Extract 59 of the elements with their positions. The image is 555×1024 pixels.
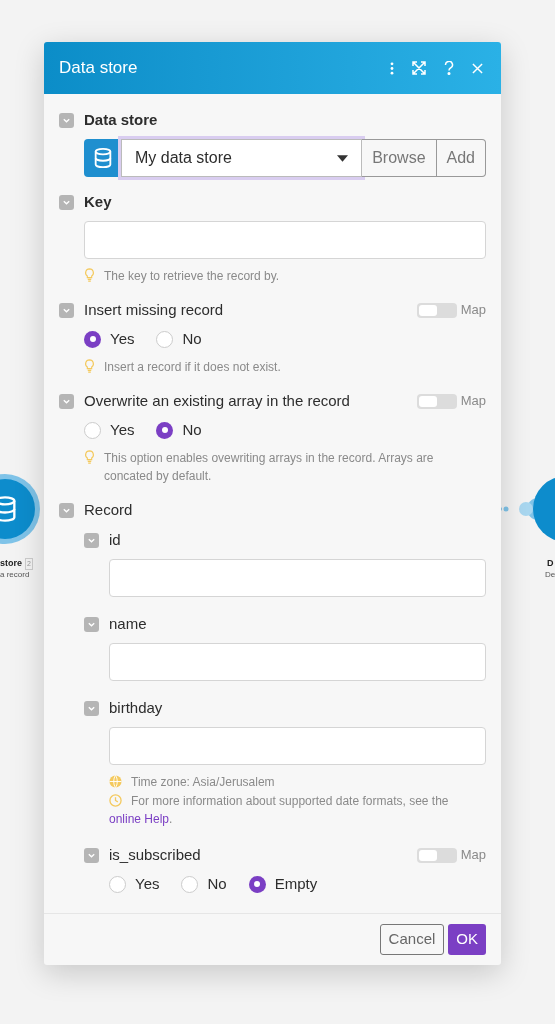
node-subtitle: De bbox=[545, 569, 555, 581]
collapse-toggle[interactable] bbox=[59, 302, 74, 318]
close-icon[interactable] bbox=[472, 62, 483, 74]
field-label: id bbox=[109, 529, 121, 550]
caret-icon bbox=[337, 154, 349, 162]
cancel-button[interactable]: Cancel bbox=[379, 924, 445, 955]
lightbulb-icon bbox=[84, 268, 95, 282]
collapse-toggle[interactable] bbox=[84, 532, 99, 548]
ok-button[interactable]: OK bbox=[448, 924, 486, 955]
radio-option[interactable]: No bbox=[156, 327, 202, 351]
field-label: name bbox=[109, 613, 147, 634]
text-input[interactable] bbox=[84, 221, 486, 259]
map-label: Map bbox=[460, 392, 486, 411]
data-store-select[interactable]: My data store bbox=[121, 139, 363, 177]
map-label: Map bbox=[460, 301, 486, 320]
text-input[interactable] bbox=[109, 643, 486, 681]
node-subtitle: a record bbox=[0, 569, 30, 581]
hint-text: This option enables ovewriting arrays in the record. Arrays are concated by default. bbox=[104, 450, 435, 485]
radio-option[interactable]: Yes bbox=[84, 418, 135, 442]
map-toggle[interactable] bbox=[416, 847, 457, 863]
field-label: Overwrite an existing array in the record bbox=[84, 390, 350, 411]
collapse-toggle[interactable] bbox=[59, 112, 74, 128]
collapse-toggle[interactable] bbox=[84, 700, 99, 716]
map-toggle[interactable] bbox=[416, 393, 457, 409]
collapse-toggle[interactable] bbox=[84, 616, 99, 632]
hint-text: Insert a record if it does not exist. bbox=[104, 359, 281, 376]
field-label: is_subscribed bbox=[109, 844, 201, 865]
node-title: D bbox=[547, 557, 554, 570]
radio-option[interactable]: Yes bbox=[109, 872, 160, 896]
expand-icon[interactable] bbox=[412, 61, 426, 75]
field-label: birthday bbox=[109, 697, 163, 718]
map-label: Map bbox=[460, 846, 486, 865]
radio-option[interactable]: No bbox=[181, 872, 227, 896]
field-label: Data store bbox=[84, 109, 158, 130]
radio-option[interactable]: Empty bbox=[248, 872, 318, 896]
radio-option[interactable]: No bbox=[156, 418, 202, 442]
field-label: Record bbox=[84, 499, 133, 520]
collapse-toggle[interactable] bbox=[84, 847, 99, 863]
more-icon[interactable] bbox=[390, 61, 394, 75]
node-title: store bbox=[0, 557, 22, 570]
text-input[interactable] bbox=[109, 727, 486, 765]
text-input[interactable] bbox=[109, 559, 486, 597]
hint-text: Time zone: Asia/Jerusalem bbox=[131, 774, 275, 791]
globe-icon bbox=[109, 775, 122, 788]
action-button[interactable]: Add bbox=[436, 139, 486, 177]
map-toggle[interactable] bbox=[416, 302, 457, 318]
lightbulb-icon bbox=[84, 359, 95, 373]
field-label: Insert missing record bbox=[84, 299, 224, 320]
action-button[interactable]: Browse bbox=[362, 139, 437, 177]
help-icon[interactable] bbox=[444, 61, 454, 75]
radio-option[interactable]: Yes bbox=[84, 327, 135, 351]
clock-icon bbox=[109, 794, 122, 807]
lightbulb-icon bbox=[84, 450, 95, 464]
collapse-toggle[interactable] bbox=[59, 393, 74, 409]
field-label: Key bbox=[84, 191, 112, 212]
collapse-toggle[interactable] bbox=[59, 194, 74, 210]
collapse-toggle[interactable] bbox=[59, 502, 74, 518]
dialog-title: Data store bbox=[59, 57, 139, 80]
hint-text: The key to retrieve the record by. bbox=[104, 268, 280, 285]
